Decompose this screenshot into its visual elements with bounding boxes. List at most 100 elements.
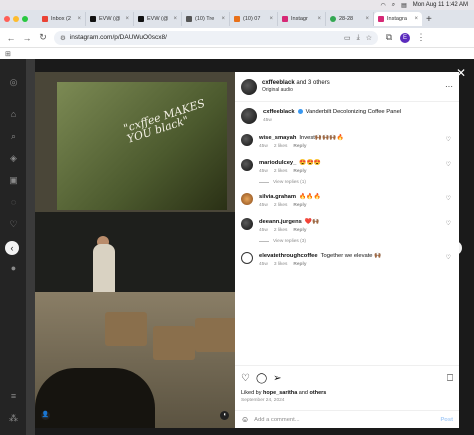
comment-icon[interactable]: ◯ <box>256 373 267 384</box>
like-comment-icon[interactable]: ♡ <box>446 254 451 261</box>
comment-likes[interactable]: 2 likes <box>274 228 288 233</box>
reply-button[interactable]: Reply <box>293 169 306 174</box>
browser-tab-active[interactable]: Instagra × <box>374 12 422 26</box>
share-icon[interactable]: ➢ <box>273 373 281 384</box>
control-center-icon[interactable]: ▤ <box>401 2 407 9</box>
author-avatar[interactable] <box>241 78 257 95</box>
comment-likes[interactable]: 2 likes <box>274 203 288 208</box>
menubar-datetime[interactable]: Mon Aug 11 1:42 AM <box>413 2 468 8</box>
reply-button[interactable]: Reply <box>293 228 306 233</box>
commenter-avatar[interactable] <box>241 159 253 171</box>
previous-post-button[interactable]: ‹ <box>5 241 19 255</box>
post-comment-button[interactable]: Post <box>440 417 453 423</box>
save-bookmark-icon[interactable]: ⎕ <box>447 373 453 384</box>
commenter-username[interactable]: elevatethroughcoffee <box>259 253 318 259</box>
close-icon[interactable]: × <box>77 16 81 22</box>
comment-likes[interactable]: 2 likes <box>274 144 288 149</box>
bookmark-star-icon[interactable]: ☆ <box>366 34 372 42</box>
browser-tab[interactable]: Instagr × <box>278 12 326 26</box>
commenter-avatar[interactable] <box>241 252 253 264</box>
view-replies-button[interactable]: View replies (3) <box>259 239 453 244</box>
caption-username[interactable]: cxffeeblack <box>263 109 295 115</box>
liked-by-others[interactable]: others <box>310 390 327 396</box>
commenter-avatar[interactable] <box>241 218 253 230</box>
extensions-icon[interactable]: ⧉ <box>384 32 394 43</box>
reply-button[interactable]: Reply <box>293 144 306 149</box>
commenter-username[interactable]: mariodulcey_ <box>259 160 296 166</box>
browser-tab[interactable]: (10) 07 × <box>230 12 278 26</box>
more-apps-icon[interactable]: ⁂ <box>8 413 19 424</box>
like-comment-icon[interactable]: ♡ <box>446 136 451 143</box>
commenter-username[interactable]: wise_smayah <box>259 135 296 141</box>
profile-avatar[interactable]: E <box>400 32 410 43</box>
caption-text: Vanderbilt Decolonizing Coffee Panel <box>305 109 402 115</box>
download-icon[interactable]: ⤓ <box>357 34 360 42</box>
like-icon[interactable]: ♡ <box>241 373 250 384</box>
more-options-icon[interactable]: ··· <box>445 82 453 91</box>
address-bar[interactable]: ⚙ instagram.com/p/DAUWuO0scx8/ ▭ ⤓ ☆ <box>54 30 378 45</box>
close-window-button[interactable] <box>4 16 10 22</box>
comments-list[interactable]: cxffeeblack Vanderbilt Decolonizing Coffe… <box>235 102 459 352</box>
commenter-username[interactable]: deeann.jurgens <box>259 219 302 225</box>
cast-icon[interactable]: ▭ <box>344 34 351 42</box>
heart-icon[interactable]: ♡ <box>8 219 19 230</box>
home-icon[interactable]: ⌂ <box>8 109 19 120</box>
back-icon[interactable]: ← <box>6 33 16 43</box>
comment-input[interactable]: Add a comment... <box>254 417 299 423</box>
author-avatar[interactable] <box>241 108 257 124</box>
menu-icon[interactable]: ≡ <box>8 391 19 402</box>
new-tab-button[interactable]: + <box>426 14 432 25</box>
close-icon[interactable]: × <box>269 16 273 22</box>
messenger-icon[interactable]: ◌ <box>8 197 19 208</box>
author-username[interactable]: cxffeeblack <box>262 80 295 86</box>
coauthors-link[interactable]: and 3 others <box>296 80 329 86</box>
reply-button[interactable]: Reply <box>293 203 306 208</box>
close-icon[interactable]: × <box>414 16 418 22</box>
browser-tab[interactable]: (10) Tre × <box>182 12 230 26</box>
reload-icon[interactable]: ↻ <box>38 32 48 43</box>
window-controls <box>4 16 28 22</box>
zoom-window-button[interactable] <box>22 16 28 22</box>
commenter-avatar[interactable] <box>241 193 253 205</box>
audio-mute-icon[interactable]: ◖ <box>220 411 229 420</box>
instagram-logo-icon[interactable]: ◎ <box>8 77 19 88</box>
liked-by-user[interactable]: hope_saritha <box>263 390 297 396</box>
browser-tab[interactable]: 28-28 × <box>326 12 374 26</box>
url-text[interactable]: instagram.com/p/DAUWuO0scx8/ <box>70 34 167 41</box>
browser-tab[interactable]: EVW (@ × <box>134 12 182 26</box>
reels-icon[interactable]: ▣ <box>8 175 19 186</box>
profile-icon[interactable]: ● <box>8 263 19 274</box>
comment-likes[interactable]: 2 likes <box>274 169 288 174</box>
mac-menubar: ◠ ⌕ ▤ Mon Aug 11 1:42 AM <box>0 0 474 10</box>
chair <box>105 312 147 346</box>
close-icon[interactable]: × <box>365 16 369 22</box>
explore-icon[interactable]: ◈ <box>8 153 19 164</box>
post-photo[interactable]: "cxffee MAKES YOU black" 👤 ◖ <box>35 72 235 428</box>
close-icon[interactable]: × <box>173 16 177 22</box>
audio-label[interactable]: Original audio <box>262 87 330 93</box>
close-icon[interactable]: × <box>221 16 225 22</box>
chrome-menu-icon[interactable]: ⋮ <box>416 32 426 43</box>
search-icon[interactable]: ⌕ <box>392 2 395 9</box>
wifi-icon[interactable]: ◠ <box>380 2 385 9</box>
browser-tab[interactable]: EVW (@ × <box>86 12 134 26</box>
like-comment-icon[interactable]: ♡ <box>446 220 451 227</box>
minimize-window-button[interactable] <box>13 16 19 22</box>
site-info-icon[interactable]: ⚙ <box>60 34 66 42</box>
commenter-username[interactable]: silvia.graham <box>259 194 296 200</box>
emoji-icon[interactable]: ☺ <box>241 415 249 424</box>
forward-icon[interactable]: → <box>22 33 32 43</box>
search-icon[interactable]: ⌕ <box>8 131 19 142</box>
commenter-avatar[interactable] <box>241 134 253 146</box>
comment-likes[interactable]: 3 likes <box>274 262 288 267</box>
like-comment-icon[interactable]: ♡ <box>446 161 451 168</box>
apps-grid-icon[interactable]: ⊞ <box>5 50 11 58</box>
like-comment-icon[interactable]: ♡ <box>446 195 451 202</box>
close-icon[interactable]: × <box>317 16 321 22</box>
reply-button[interactable]: Reply <box>293 262 306 267</box>
instagram-icon <box>378 16 384 22</box>
tagged-user-icon[interactable]: 👤 <box>41 411 50 420</box>
view-replies-button[interactable]: View replies (1) <box>259 180 453 185</box>
browser-tab[interactable]: Inbox (2 × <box>38 12 86 26</box>
close-icon[interactable]: × <box>125 16 129 22</box>
